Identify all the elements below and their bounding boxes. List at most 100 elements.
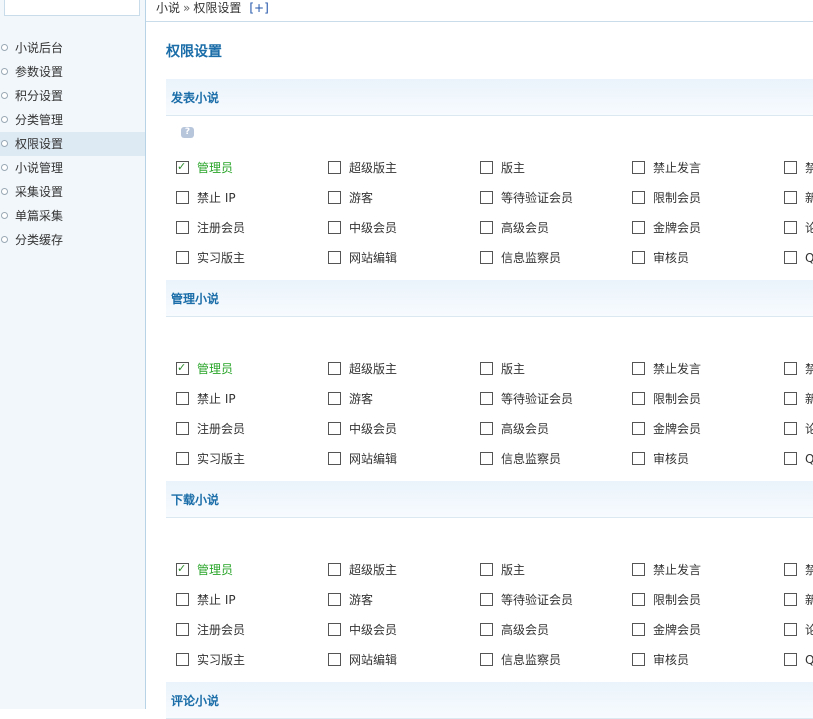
breadcrumb-item-novel[interactable]: 小说 [156,1,180,15]
checkbox[interactable] [784,563,797,576]
permission-option[interactable]: 禁 [784,359,813,379]
checkbox[interactable] [632,392,645,405]
permission-option[interactable]: 论 [784,218,813,238]
permission-option[interactable]: 管理员 [176,358,233,379]
sidebar-item-collect-settings[interactable]: 采集设置 [0,180,145,204]
permission-option[interactable]: 等待验证会员 [480,389,573,409]
permission-option[interactable]: 信息监察员 [480,248,561,268]
checkbox[interactable] [328,392,341,405]
checkbox[interactable] [632,422,645,435]
checkbox[interactable] [784,251,797,264]
permission-option[interactable]: 金牌会员 [632,419,701,439]
checkbox[interactable] [176,191,189,204]
permission-option[interactable]: 注册会员 [176,218,245,238]
permission-option[interactable]: 禁止 IP [176,188,236,208]
checkbox[interactable] [328,452,341,465]
checkbox[interactable] [784,161,797,174]
permission-option[interactable]: 游客 [328,188,373,208]
permission-option[interactable]: 注册会员 [176,419,245,439]
checkbox[interactable] [784,191,797,204]
checkbox[interactable] [632,623,645,636]
permission-option[interactable]: 新 [784,188,813,208]
permission-option[interactable]: 禁止 IP [176,590,236,610]
permission-option[interactable]: 论 [784,419,813,439]
permission-option[interactable]: 审核员 [632,449,689,469]
permission-option[interactable]: 限制会员 [632,590,701,610]
checkbox[interactable] [328,623,341,636]
checkbox[interactable] [176,358,189,378]
permission-option[interactable]: 论 [784,620,813,640]
checkbox[interactable] [632,161,645,174]
permission-option[interactable]: 金牌会员 [632,218,701,238]
permission-option[interactable]: 新 [784,389,813,409]
checkbox[interactable] [632,221,645,234]
sidebar-item-novel-manage[interactable]: 小说管理 [0,156,145,180]
checkbox[interactable] [328,161,341,174]
checkbox[interactable] [176,653,189,666]
checkbox[interactable] [784,452,797,465]
checkbox[interactable] [784,221,797,234]
checkbox[interactable] [784,362,797,375]
checkbox[interactable] [480,422,493,435]
permission-option[interactable]: 游客 [328,389,373,409]
permission-option[interactable]: 版主 [480,359,525,379]
permission-option[interactable]: 实习版主 [176,650,245,670]
checkbox[interactable] [328,422,341,435]
permission-option[interactable]: 网站编辑 [328,248,397,268]
checkbox[interactable] [480,191,493,204]
checkbox[interactable] [176,623,189,636]
permission-option[interactable]: 超级版主 [328,158,397,178]
permission-option[interactable]: 高级会员 [480,218,549,238]
checkbox[interactable] [176,559,189,579]
checkbox[interactable] [328,593,341,606]
checkbox[interactable] [632,251,645,264]
checkbox[interactable] [328,221,341,234]
checkbox[interactable] [176,157,189,177]
permission-option[interactable]: 新 [784,590,813,610]
permission-option[interactable]: 超级版主 [328,359,397,379]
sidebar-item-category-cache[interactable]: 分类缓存 [0,228,145,252]
checkbox[interactable] [632,191,645,204]
permission-option[interactable]: 管理员 [176,157,233,178]
checkbox[interactable] [328,563,341,576]
permission-option[interactable]: Q [784,650,813,670]
permission-option[interactable]: 等待验证会员 [480,188,573,208]
checkbox[interactable] [480,653,493,666]
sidebar-item-points[interactable]: 积分设置 [0,84,145,108]
permission-option[interactable]: 实习版主 [176,449,245,469]
permission-option[interactable]: 版主 [480,560,525,580]
checkbox[interactable] [632,563,645,576]
permission-option[interactable]: 游客 [328,590,373,610]
checkbox[interactable] [328,362,341,375]
checkbox[interactable] [480,563,493,576]
permission-option[interactable]: 网站编辑 [328,449,397,469]
permission-option[interactable]: Q [784,248,813,268]
permission-option[interactable]: 中级会员 [328,218,397,238]
checkbox[interactable] [176,221,189,234]
checkbox[interactable] [176,251,189,264]
checkbox[interactable] [328,191,341,204]
permission-option[interactable]: 信息监察员 [480,449,561,469]
checkbox[interactable] [176,392,189,405]
checkbox[interactable] [784,392,797,405]
checkbox[interactable] [480,161,493,174]
permission-option[interactable]: Q [784,449,813,469]
checkbox[interactable] [480,251,493,264]
checkbox[interactable] [176,422,189,435]
permission-option[interactable]: 审核员 [632,650,689,670]
checkbox[interactable] [480,593,493,606]
checkbox[interactable] [328,653,341,666]
permission-option[interactable]: 禁止发言 [632,158,701,178]
checkbox[interactable] [480,623,493,636]
checkbox[interactable] [632,593,645,606]
checkbox[interactable] [480,221,493,234]
permission-option[interactable]: 注册会员 [176,620,245,640]
sidebar-item-categories[interactable]: 分类管理 [0,108,145,132]
permission-option[interactable]: 限制会员 [632,188,701,208]
permission-option[interactable]: 版主 [480,158,525,178]
checkbox[interactable] [480,452,493,465]
permission-option[interactable]: 禁止发言 [632,560,701,580]
sidebar-item-parameters[interactable]: 参数设置 [0,60,145,84]
permission-option[interactable]: 金牌会员 [632,620,701,640]
sidebar-item-single-collect[interactable]: 单篇采集 [0,204,145,228]
